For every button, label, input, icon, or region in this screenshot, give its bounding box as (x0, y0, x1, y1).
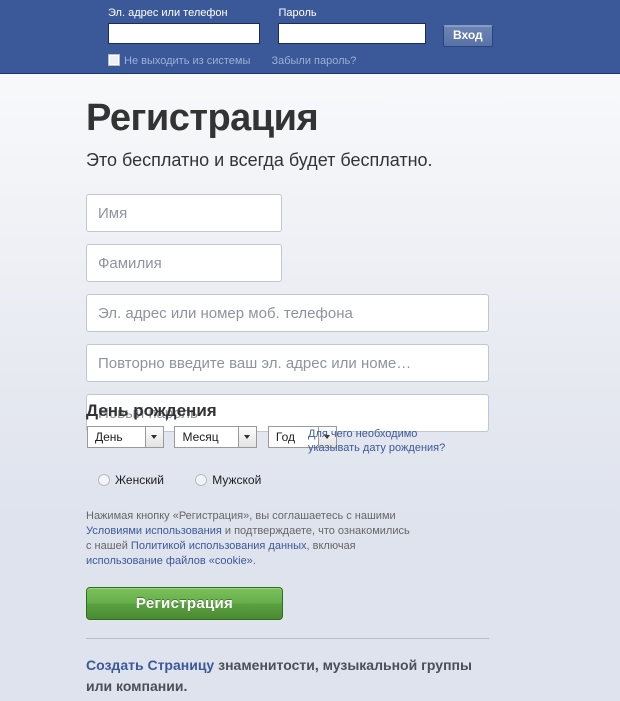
login-password-group: Пароль (278, 6, 427, 44)
registration-page: Эл. адрес или телефон Пароль Вход Не вых… (0, 0, 620, 701)
gender-male-radio[interactable] (195, 474, 208, 486)
email-or-phone-confirm-input[interactable] (86, 344, 489, 382)
gender-male-label: Мужской (212, 473, 262, 487)
login-form: Эл. адрес или телефон Пароль (108, 6, 440, 44)
login-password-label: Пароль (278, 7, 317, 19)
email-or-phone-input[interactable] (86, 294, 489, 332)
birthday-help-line1: Для чего необходимо (308, 428, 418, 440)
birthday-day-value: День (95, 430, 123, 444)
page-title: Регистрация (86, 97, 319, 139)
cookie-policy-link[interactable]: использование файлов «cookie» (86, 555, 253, 567)
gender-row: Женский Мужской (98, 473, 289, 487)
keep-logged-in-label: Не выходить из системы (124, 55, 251, 68)
data-policy-link[interactable]: Политикой использования данных (131, 540, 307, 552)
gender-option-male[interactable]: Мужской (195, 473, 261, 487)
birthday-row: День Месяц Год Для чего необходимо указыв… (87, 426, 497, 454)
terms-of-use-link[interactable]: Условиями использования (86, 525, 222, 537)
terms-part-4: . (252, 555, 256, 567)
chevron-down-icon[interactable] (145, 427, 163, 447)
top-login-bar: Эл. адрес или телефон Пароль Вход Не вых… (0, 0, 620, 74)
page-subtitle: Это бесплатно и всегда будет бесплатно. (86, 150, 433, 170)
first-name-input[interactable] (86, 194, 282, 232)
terms-part-3: , включая (306, 540, 356, 552)
gender-female-radio[interactable] (98, 474, 110, 486)
login-password-input[interactable] (278, 23, 427, 44)
login-button[interactable]: Вход (443, 25, 493, 47)
login-email-label: Эл. адрес или телефон (108, 7, 228, 19)
keep-logged-in-group[interactable]: Не выходить из системы (108, 54, 250, 68)
chevron-down-icon[interactable] (238, 427, 257, 447)
create-page-link[interactable]: Создать Страницу (86, 657, 214, 673)
login-options-row: Не выходить из системы Забыли пароль? (108, 54, 356, 68)
login-email-group: Эл. адрес или телефон (108, 6, 260, 44)
birthday-help-link[interactable]: Для чего необходимо указывать дату рожден… (308, 427, 488, 455)
footer-divider (86, 638, 489, 639)
terms-part-1: Нажимая кнопку «Регистрация», вы соглаша… (86, 510, 396, 522)
terms-text: Нажимая кнопку «Регистрация», вы соглаша… (86, 509, 416, 569)
birthday-month-select[interactable]: Месяц (174, 426, 258, 448)
keep-logged-in-checkbox[interactable] (108, 54, 120, 67)
gender-female-label: Женский (115, 473, 164, 487)
login-email-input[interactable] (108, 23, 260, 44)
forgot-password-link[interactable]: Забыли пароль? (271, 54, 356, 68)
footer-create-page: Создать Страницу знаменитости, музыкальн… (86, 655, 491, 697)
register-submit-button[interactable]: Регистрация (86, 587, 283, 620)
gender-option-female[interactable]: Женский (98, 473, 164, 487)
birthday-day-select[interactable]: День (87, 426, 164, 448)
birthday-help-line2: указывать дату рождения? (308, 442, 446, 454)
last-name-input[interactable] (86, 244, 282, 282)
birthday-month-value: Месяц (182, 430, 219, 444)
birthday-heading: День рождения (86, 401, 217, 420)
